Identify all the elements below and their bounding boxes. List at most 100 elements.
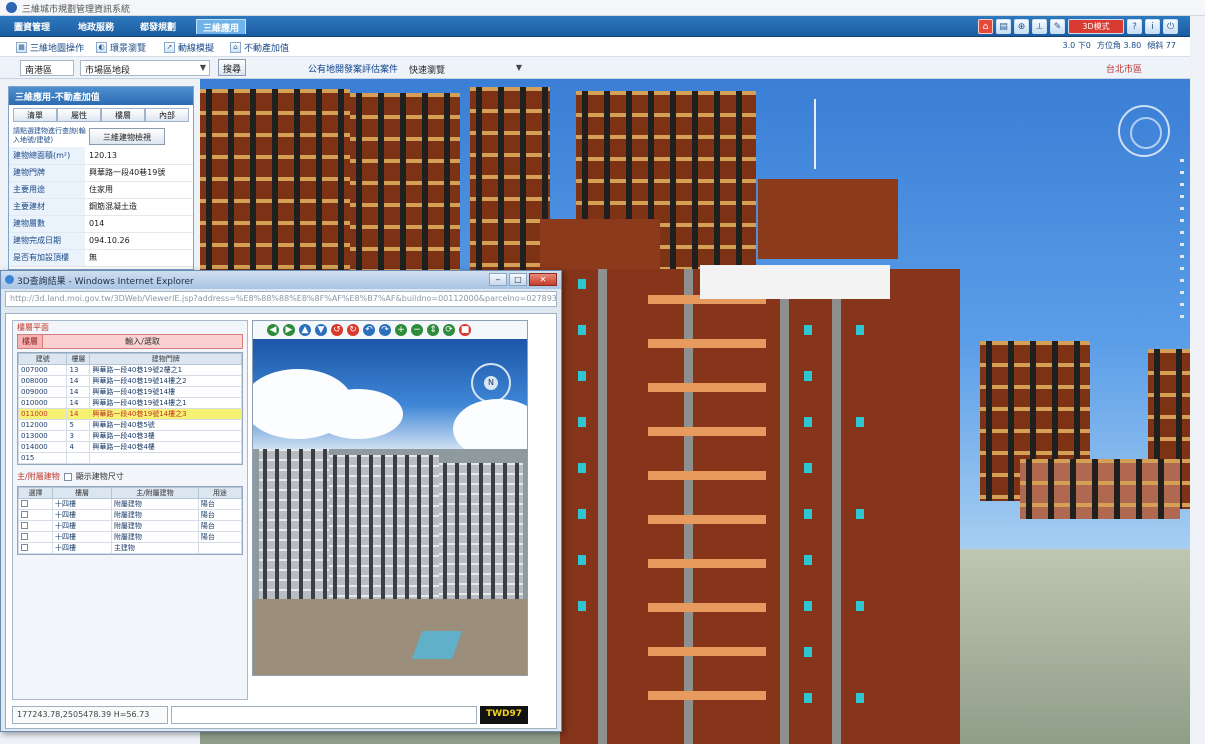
checkbox-icon[interactable] — [21, 510, 28, 518]
down-icon[interactable]: ▼ — [315, 324, 327, 336]
tower-window — [804, 371, 812, 381]
exit-icon[interactable]: ⏻ — [1163, 19, 1178, 34]
section-select[interactable]: 市場區地段 ▼ — [80, 60, 210, 76]
tab-floor[interactable]: 樓層 — [101, 108, 145, 122]
table-row[interactable]: 十四樓 主建物 — [18, 542, 243, 554]
table-row[interactable]: 十四樓 附屬建物 陽台 — [18, 509, 243, 521]
rotate-right-icon[interactable]: ↻ — [347, 324, 359, 336]
popup-title-bar[interactable]: 3D查詢結果 - Windows Internet Explorer ‒ □ ✕ — [1, 271, 561, 289]
arrow-right-icon[interactable]: ▶ — [283, 324, 295, 336]
checkbox-icon[interactable] — [21, 543, 28, 551]
3d-building-view-button[interactable]: 三維建物檢視 — [89, 127, 165, 145]
table-row[interactable]: 十四樓 附屬建物 陽台 — [18, 498, 243, 510]
minimize-button[interactable]: ‒ — [489, 273, 507, 286]
menu-item-map-management[interactable]: 圖資管理 — [8, 19, 56, 34]
table-cell: 主建物 — [110, 542, 199, 554]
settings-icon[interactable]: ✎ — [1050, 19, 1065, 34]
tab-list[interactable]: 清單 — [13, 108, 57, 122]
table-cell: 附屬建物 — [110, 509, 199, 521]
table-cell — [89, 452, 242, 464]
zoom-icon[interactable]: ⊕ — [1014, 19, 1029, 34]
reset-icon[interactable]: ⟳ — [443, 324, 455, 336]
preview-compass-icon[interactable]: N — [471, 363, 511, 403]
building-mid-1 — [758, 179, 898, 259]
row-select-checkbox[interactable] — [18, 509, 53, 521]
3d-map-operation-button[interactable]: ▦ 三維地圖操作 — [16, 40, 84, 54]
tower-window — [856, 417, 864, 427]
tower-window — [578, 463, 586, 473]
quick-browse-select[interactable]: 快速瀏覽 ▼ — [404, 60, 526, 76]
navigation-compass-icon[interactable] — [1118, 105, 1170, 157]
maximize-button[interactable]: □ — [509, 273, 527, 286]
attribute-value: 094.10.26 — [85, 232, 193, 250]
table-row[interactable]: 015 — [17, 452, 242, 464]
sub-building-section: 主/附屬建物 顯示建物尺寸 — [13, 468, 247, 483]
search-button[interactable]: 搜尋 — [218, 59, 246, 76]
checkbox-icon[interactable] — [21, 532, 28, 540]
table-row[interactable]: 009000 14 興華路一段40巷19號14樓 — [17, 386, 242, 398]
print-icon[interactable]: ▤ — [996, 19, 1011, 34]
table-cell: 十四樓 — [52, 509, 112, 521]
help-icon[interactable]: ? — [1127, 19, 1142, 34]
redo-icon[interactable]: ↷ — [379, 324, 391, 336]
table-row[interactable]: 007000 13 興華路一段40巷19號2樓之1 — [17, 364, 242, 376]
tab-interior[interactable]: 內部 — [145, 108, 189, 122]
zoom-in-icon[interactable]: + — [395, 324, 407, 336]
stop-icon[interactable]: ■ — [459, 324, 471, 336]
row-select-checkbox[interactable] — [18, 531, 53, 543]
tilt-icon[interactable]: ⇕ — [427, 324, 439, 336]
distant-building-3 — [1020, 459, 1180, 519]
table-row[interactable]: 008000 14 興華路一段40巷19號14樓之2 — [17, 375, 242, 387]
checkbox-icon[interactable] — [21, 521, 28, 529]
floor-input[interactable]: 輸入/選取 — [43, 334, 243, 349]
3d-mode-button[interactable]: 3D模式 — [1068, 19, 1124, 34]
tower-window — [578, 601, 586, 611]
chevron-down-icon: ▼ — [199, 63, 206, 72]
tower-window — [804, 325, 812, 335]
row-select-checkbox[interactable] — [18, 498, 53, 510]
table-row[interactable]: 014000 4 興華路一段40巷4樓 — [17, 441, 242, 453]
menu-item-3d-application[interactable]: 三維應用 — [196, 19, 247, 34]
zoom-out-icon[interactable]: − — [411, 324, 423, 336]
menu-item-land-service[interactable]: 地政服務 — [72, 19, 120, 34]
route-simulation-label: 動線模擬 — [178, 43, 215, 54]
menu-item-urban-planning[interactable]: 都發規劃 — [134, 19, 182, 34]
checkbox-icon[interactable] — [21, 499, 28, 507]
rotate-left-icon[interactable]: ↺ — [331, 324, 343, 336]
close-button[interactable]: ✕ — [529, 273, 557, 286]
tower-window — [856, 325, 864, 335]
tab-attribute[interactable]: 屬性 — [57, 108, 101, 122]
panorama-button[interactable]: ◐ 環景瀏覽 — [96, 40, 146, 54]
home-icon[interactable]: ⌂ — [978, 19, 993, 34]
internet-explorer-icon — [5, 275, 14, 284]
arrow-left-icon[interactable]: ◀ — [267, 324, 279, 336]
table-cell: 興華路一段40巷19號2樓之1 — [89, 364, 242, 376]
tower-balcony — [648, 647, 766, 656]
real-estate-value-button[interactable]: ⌂ 不動產加值 — [230, 40, 289, 54]
public-land-link[interactable]: 公有地開發案評估案件 — [308, 62, 398, 75]
table-row[interactable]: 011000 14 興華路一段40巷19號14樓之3 — [17, 408, 242, 420]
table-row[interactable]: 012000 5 興華路一段40巷5號 — [17, 419, 242, 431]
tower-balcony — [648, 339, 766, 348]
building-3d-preview[interactable]: ◀ ▶ ▲ ▼ ↺ ↻ ↶ ↷ + − ⇕ ⟳ ■ N — [252, 320, 528, 676]
table-row[interactable]: 十四樓 附屬建物 陽台 — [18, 531, 243, 543]
district-select-value: 南港區 — [25, 66, 53, 76]
row-select-checkbox[interactable] — [18, 520, 53, 532]
district-select[interactable]: 南港區 — [20, 60, 74, 76]
top-tool-icons: ⌂ ▤ ⊕ ⟂ ✎ 3D模式 ? i ⏻ — [978, 19, 1178, 34]
antenna-mast — [814, 99, 816, 169]
table-cell: 興華路一段40巷3樓 — [89, 430, 242, 442]
table-row[interactable]: 010000 14 興華路一段40巷19號14樓之1 — [17, 397, 242, 409]
zoom-slider[interactable] — [1180, 159, 1184, 319]
undo-icon[interactable]: ↶ — [363, 324, 375, 336]
info-icon[interactable]: i — [1145, 19, 1160, 34]
table-row[interactable]: 013000 3 興華路一段40巷3樓 — [17, 430, 242, 442]
measure-icon[interactable]: ⟂ — [1032, 19, 1047, 34]
row-select-checkbox[interactable] — [18, 542, 53, 554]
show-dimensions-checkbox[interactable] — [63, 472, 72, 481]
table-cell: 附屬建物 — [110, 531, 199, 543]
popup-address-bar[interactable]: http://3d.land.moi.gov.tw/3DWeb/ViewerIE… — [5, 291, 557, 307]
up-icon[interactable]: ▲ — [299, 324, 311, 336]
route-simulation-button[interactable]: ➚ 動線模擬 — [164, 40, 214, 54]
table-row[interactable]: 十四樓 附屬建物 陽台 — [18, 520, 243, 532]
